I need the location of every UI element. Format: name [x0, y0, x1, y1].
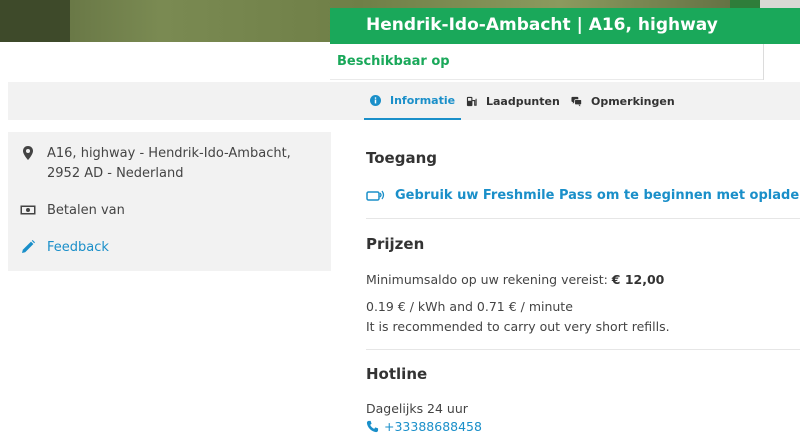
- minimum-balance-amount: € 12,00: [611, 272, 665, 287]
- tab-informatie[interactable]: Informatie: [364, 82, 462, 120]
- pass-card-icon: [366, 190, 385, 201]
- info-icon: [370, 94, 381, 106]
- divider: [763, 44, 764, 80]
- station-sidebar: A16, highway - Hendrik-Ido-Ambacht, 2952…: [8, 132, 331, 271]
- map-pin-icon: [23, 146, 33, 160]
- phone-icon: [366, 420, 379, 433]
- feedback-link[interactable]: Feedback: [20, 238, 109, 258]
- prices-heading: Prijzen: [366, 235, 425, 253]
- banknote-icon: [20, 205, 36, 215]
- availability-label: Beschikbaar op: [337, 54, 450, 69]
- address-row: A16, highway - Hendrik-Ido-Ambacht, 2952…: [20, 144, 320, 184]
- price-rate: 0.19 € / kWh and 0.71 € / minute: [366, 299, 573, 314]
- divider: [366, 349, 800, 350]
- payment-label: Betalen van: [47, 203, 125, 218]
- tab-opmerkingen[interactable]: Opmerkingen: [571, 82, 675, 120]
- tab-bar: Informatie Laadpunten Opmerkingen: [8, 82, 800, 120]
- tab-label: Informatie: [390, 93, 456, 107]
- charging-station-icon: [466, 96, 477, 106]
- phone-number: +33388688458: [384, 419, 482, 434]
- access-heading: Toegang: [366, 149, 437, 167]
- feedback-label: Feedback: [47, 240, 109, 255]
- payment-row: Betalen van: [20, 201, 125, 221]
- comments-icon: [571, 96, 582, 107]
- address-text: A16, highway - Hendrik-Ido-Ambacht, 2952…: [47, 146, 291, 181]
- availability-row: Beschikbaar op: [330, 44, 764, 80]
- hotline-hours: Dagelijks 24 uur: [366, 401, 468, 416]
- tab-laadpunten[interactable]: Laadpunten: [466, 82, 560, 120]
- page-title: Hendrik-Ido-Ambacht | A16, highway: [366, 15, 718, 35]
- tab-label: Opmerkingen: [591, 94, 675, 108]
- price-note: It is recommended to carry out very shor…: [366, 319, 670, 334]
- title-bar: Hendrik-Ido-Ambacht | A16, highway: [330, 8, 800, 44]
- pass-link-label: Gebruik uw Freshmile Pass om te beginnen…: [395, 187, 800, 203]
- minimum-balance: Minimumsaldo op uw rekening vereist: € 1…: [366, 270, 664, 290]
- tab-label: Laadpunten: [486, 94, 560, 108]
- hotline-phone-link[interactable]: +33388688458: [366, 419, 482, 434]
- pencil-icon: [22, 240, 35, 253]
- hotline-heading: Hotline: [366, 365, 428, 383]
- minimum-balance-label: Minimumsaldo op uw rekening vereist:: [366, 272, 608, 287]
- freshmile-pass-link[interactable]: Gebruik uw Freshmile Pass om te beginnen…: [366, 187, 800, 203]
- divider: [366, 218, 800, 219]
